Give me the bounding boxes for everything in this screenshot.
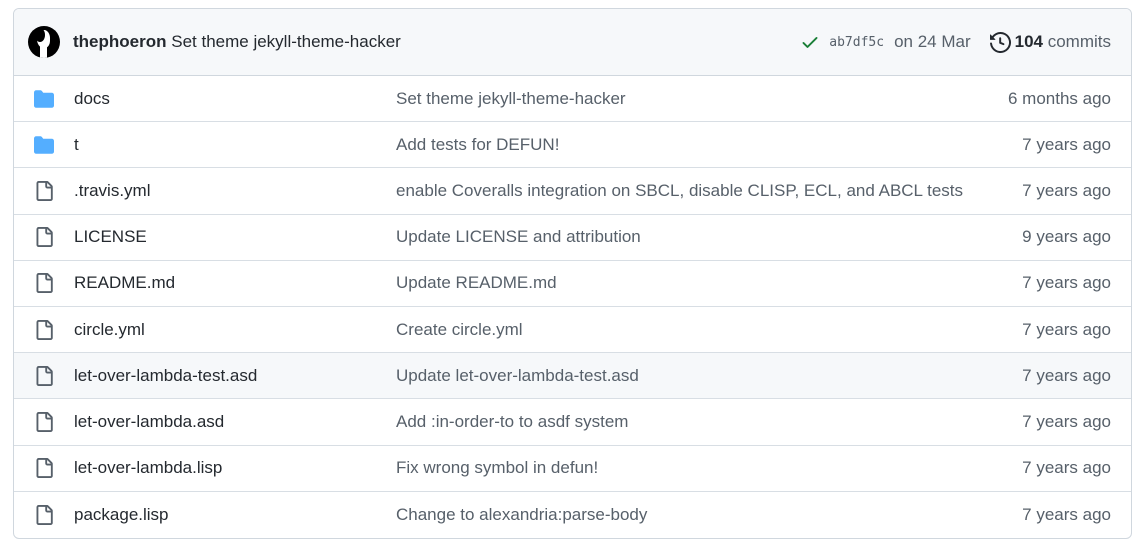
file-icon — [34, 411, 54, 432]
commit-author-link[interactable]: thephoeron — [73, 32, 167, 51]
file-name-link[interactable]: LICENSE — [74, 227, 147, 247]
file-row[interactable]: let-over-lambda-test.asd Update let-over-… — [14, 353, 1131, 400]
file-commit-age: 7 years ago — [1022, 273, 1111, 293]
file-icon — [34, 365, 54, 386]
file-commit-age: 7 years ago — [1022, 180, 1111, 200]
file-commit-message-link[interactable]: Create circle.yml — [396, 320, 523, 340]
commit-summary: thephoeron Set theme jekyll-theme-hacker — [73, 32, 401, 52]
file-commit-message-link[interactable]: Set theme jekyll-theme-hacker — [396, 89, 626, 109]
file-row[interactable]: LICENSE Update LICENSE and attribution 9 y… — [14, 215, 1131, 261]
commits-label: commits — [1047, 32, 1111, 51]
file-name-link[interactable]: .travis.yml — [74, 181, 151, 201]
commit-date: on 24 Mar — [894, 32, 971, 51]
file-commit-message-link[interactable]: Add :in-order-to to asdf system — [396, 412, 628, 432]
file-name-link[interactable]: let-over-lambda.lisp — [74, 458, 222, 478]
check-icon[interactable] — [800, 32, 820, 52]
file-icon — [34, 227, 54, 248]
file-row[interactable]: let-over-lambda.asd Add :in-order-to to a… — [14, 399, 1131, 446]
file-row[interactable]: circle.yml Create circle.yml 7 years ago — [14, 307, 1131, 354]
file-commit-message-link[interactable]: Add tests for DEFUN! — [396, 135, 559, 155]
file-commit-age: 7 years ago — [1022, 458, 1111, 478]
file-name-link[interactable]: let-over-lambda.asd — [74, 412, 224, 432]
file-commit-message-link[interactable]: Update let-over-lambda-test.asd — [396, 366, 639, 386]
file-commit-message-link[interactable]: Update LICENSE and attribution — [396, 227, 641, 247]
file-icon — [34, 504, 54, 525]
file-icon — [34, 458, 54, 479]
file-browser: thephoeron Set theme jekyll-theme-hacker… — [13, 8, 1132, 539]
file-commit-age: 7 years ago — [1022, 134, 1111, 154]
commits-link[interactable]: 104 commits — [1015, 32, 1111, 52]
folder-icon — [34, 135, 54, 155]
commit-sha-link[interactable]: ab7df5c — [829, 35, 884, 50]
file-name-link[interactable]: let-over-lambda-test.asd — [74, 366, 257, 386]
file-row[interactable]: README.md Update README.md 7 years ago — [14, 261, 1131, 307]
file-commit-message-link[interactable]: Update README.md — [396, 273, 557, 293]
history-icon[interactable] — [989, 31, 1011, 53]
file-commit-age: 7 years ago — [1022, 319, 1111, 339]
file-list: docs Set theme jekyll-theme-hacker 6 month… — [14, 76, 1131, 538]
file-name-link[interactable]: README.md — [74, 273, 175, 293]
file-icon — [34, 273, 54, 294]
latest-commit-bar: thephoeron Set theme jekyll-theme-hacker… — [14, 9, 1131, 76]
file-commit-message-link[interactable]: Fix wrong symbol in defun! — [396, 458, 598, 478]
folder-icon — [34, 89, 54, 109]
file-name-link[interactable]: circle.yml — [74, 320, 145, 340]
file-commit-age: 7 years ago — [1022, 504, 1111, 524]
avatar[interactable] — [28, 26, 60, 58]
file-row[interactable]: t Add tests for DEFUN! 7 years ago — [14, 122, 1131, 169]
commit-message-link[interactable]: Set theme jekyll-theme-hacker — [171, 32, 401, 51]
file-commit-age: 9 years ago — [1022, 227, 1111, 247]
file-commit-age: 7 years ago — [1022, 411, 1111, 431]
file-icon — [34, 319, 54, 340]
file-name-link[interactable]: package.lisp — [74, 505, 169, 525]
file-row[interactable]: package.lisp Change to alexandria:parse-b… — [14, 492, 1131, 538]
file-commit-message-link[interactable]: Change to alexandria:parse-body — [396, 505, 647, 525]
file-name-link[interactable]: docs — [74, 89, 110, 109]
file-commit-message-link[interactable]: enable Coveralls integration on SBCL, di… — [396, 181, 963, 201]
file-row[interactable]: docs Set theme jekyll-theme-hacker 6 month… — [14, 76, 1131, 123]
file-commit-age: 6 months ago — [1007, 88, 1111, 108]
commit-count: 104 — [1014, 32, 1043, 51]
file-icon — [34, 180, 54, 201]
file-commit-age: 7 years ago — [1022, 365, 1111, 385]
file-name-link[interactable]: t — [74, 135, 79, 155]
file-row[interactable]: .travis.yml enable Coveralls integration … — [14, 168, 1131, 215]
file-row[interactable]: let-over-lambda.lisp Fix wrong symbol in … — [14, 446, 1131, 492]
